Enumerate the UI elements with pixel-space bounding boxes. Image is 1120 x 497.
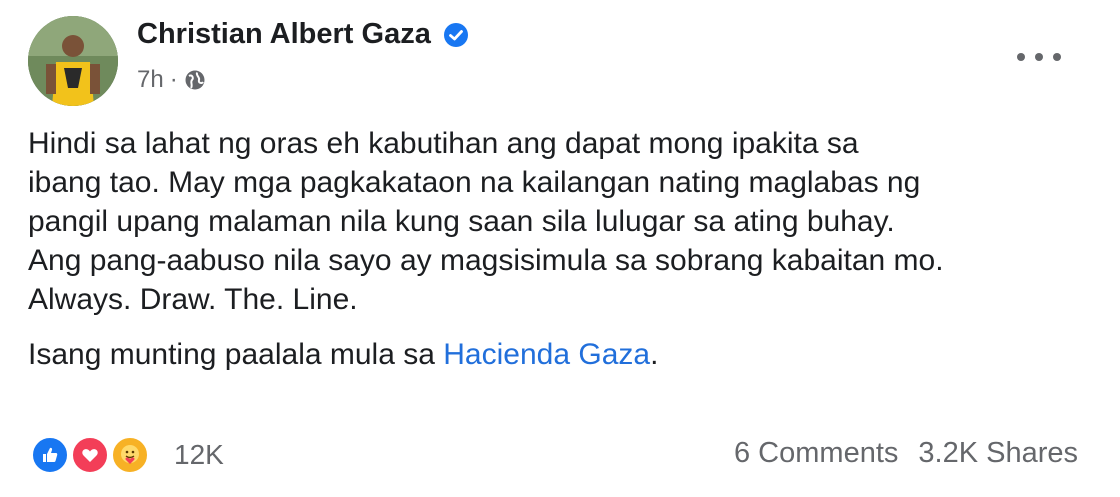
facebook-post: Christian Albert Gaza 7h · Hindi sa laha… [0, 0, 1120, 497]
reaction-summary[interactable]: 12K [30, 435, 224, 475]
author-avatar[interactable] [28, 16, 118, 106]
post-timestamp[interactable]: 7h [137, 66, 164, 94]
like-reaction-icon [30, 435, 70, 475]
love-reaction-icon [70, 435, 110, 475]
globe-icon[interactable] [184, 69, 206, 91]
more-dot [1017, 53, 1025, 61]
reaction-icons [30, 435, 160, 475]
author-name-row: Christian Albert Gaza [137, 18, 469, 51]
body-line: Always. Draw. The. Line. [28, 283, 358, 316]
body-line: Ang pang-aabuso nila sayo ay magsisimula… [28, 244, 944, 277]
body-line: ibang tao. May mga pagkakataon na kailan… [28, 166, 921, 199]
page-mention-link[interactable]: Hacienda Gaza [443, 338, 650, 371]
body-text: . [650, 338, 659, 371]
verified-badge-icon [443, 22, 469, 48]
body-text: Isang munting paalala mula sa [28, 338, 444, 371]
post-paragraph-1: Hindi sa lahat ng oras eh kabutihan ang … [28, 124, 1088, 319]
author-name[interactable]: Christian Albert Gaza [137, 18, 431, 51]
meta-separator: · [169, 66, 178, 93]
reaction-count: 12K [174, 439, 224, 470]
more-options-icon[interactable] [1017, 45, 1061, 69]
post-body: Hindi sa lahat ng oras eh kabutihan ang … [28, 124, 1088, 374]
shares-count-link[interactable]: 3.2K Shares [918, 437, 1078, 470]
post-paragraph-2: Isang munting paalala mula sa Hacienda G… [28, 335, 1088, 374]
body-line: Hindi sa lahat ng oras eh kabutihan ang … [28, 127, 859, 160]
comments-count-link[interactable]: 6 Comments [734, 437, 898, 470]
care-reaction-icon [110, 435, 150, 475]
more-dot [1053, 53, 1061, 61]
engagement-stats: 6 Comments 3.2K Shares [734, 437, 1078, 470]
post-meta: 7h · [137, 66, 206, 94]
body-line: pangil upang malaman nila kung saan sila… [28, 205, 895, 238]
more-dot [1035, 53, 1043, 61]
avatar-photo [28, 16, 118, 106]
